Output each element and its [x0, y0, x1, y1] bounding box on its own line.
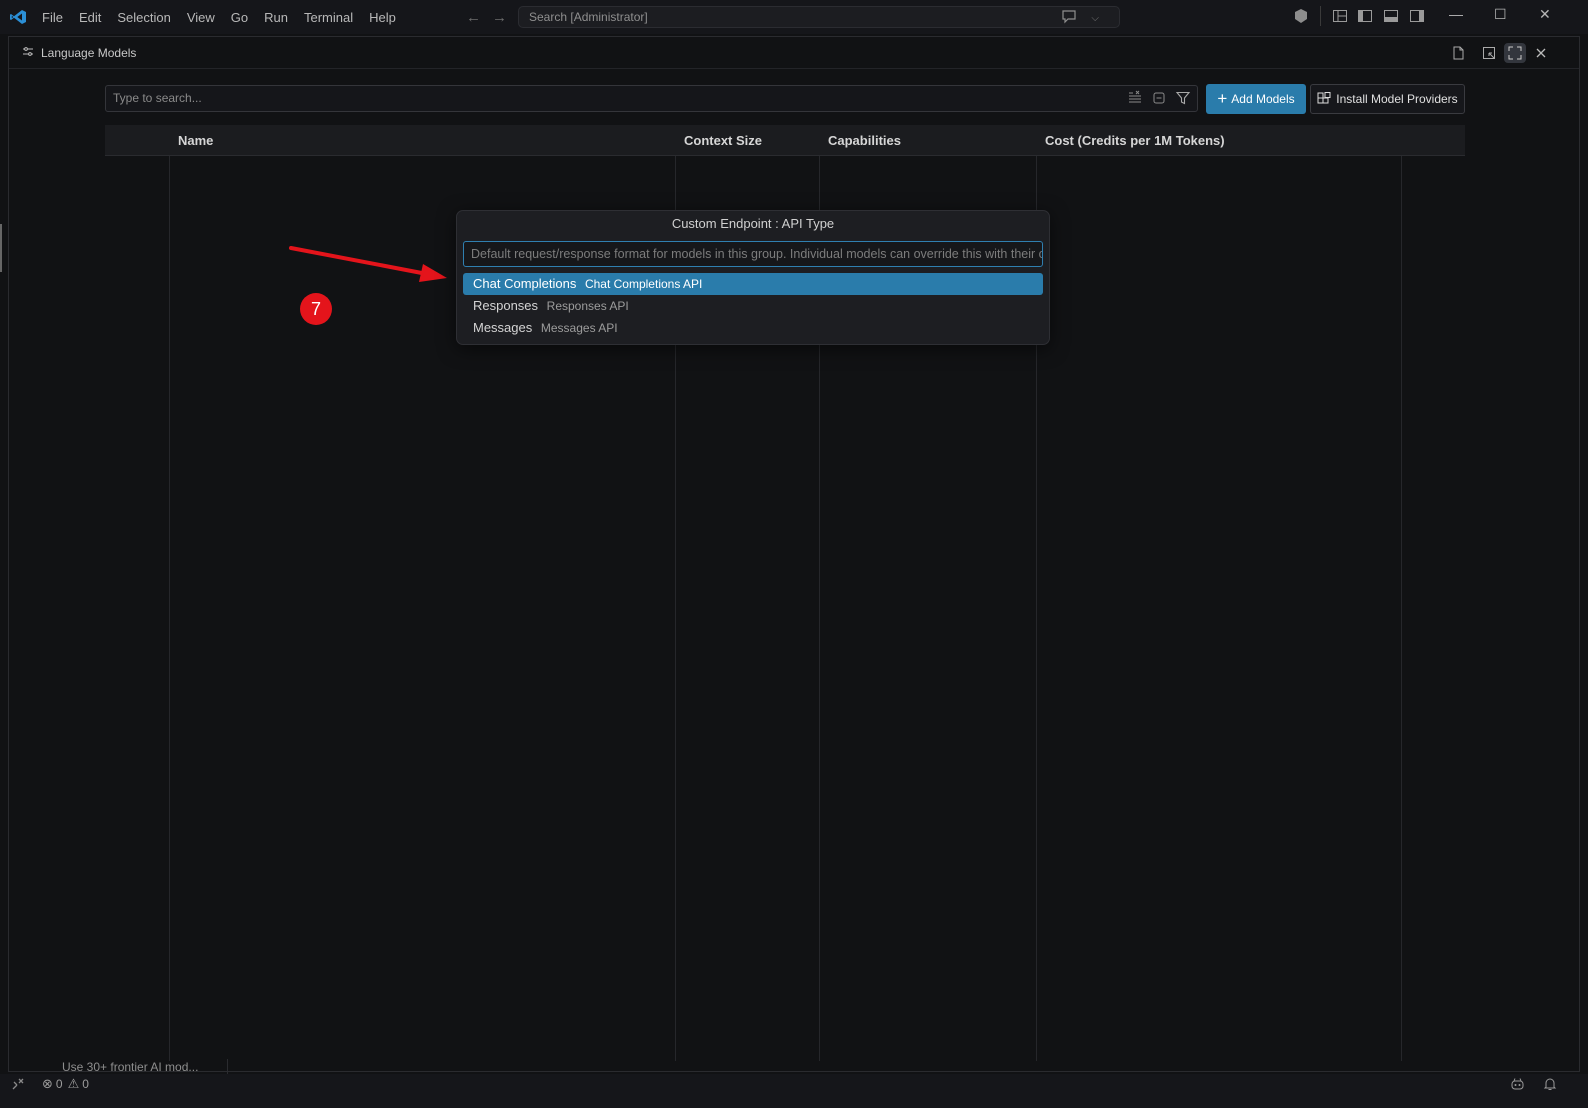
layout-customize-icon[interactable] — [1332, 8, 1348, 24]
plus-icon: + — [1217, 89, 1228, 108]
menu-terminal[interactable]: Terminal — [304, 10, 353, 25]
back-arrow-icon[interactable]: ← — [466, 9, 481, 26]
restore-editor-icon[interactable] — [1478, 43, 1500, 63]
quick-pick-item-chat-completions[interactable]: Chat Completions Chat Completions API — [463, 273, 1043, 295]
quick-pick-item-label: Messages — [473, 320, 533, 335]
menu-run[interactable]: Run — [264, 10, 288, 25]
bell-icon[interactable] — [1543, 1077, 1557, 1091]
command-center[interactable]: Search [Administrator] ⌵ — [518, 6, 1120, 28]
remote-icon[interactable] — [11, 1077, 25, 1091]
background-chat-text: Use 30+ frontier AI mod... — [62, 1060, 199, 1074]
maximize-editor-icon[interactable] — [1504, 43, 1526, 63]
column-divider — [1401, 156, 1402, 1061]
menu-bar: File Edit Selection View Go Run Terminal… — [42, 0, 412, 34]
toggle-primary-sidebar-icon[interactable] — [1357, 8, 1373, 24]
quick-pick-input[interactable]: Default request/response format for mode… — [463, 241, 1043, 267]
clear-filter-icon[interactable] — [1127, 90, 1143, 106]
menu-view[interactable]: View — [187, 10, 215, 25]
column-header-name[interactable]: Name — [178, 133, 213, 148]
copilot-status-icon[interactable] — [1510, 1077, 1525, 1091]
toggle-secondary-sidebar-icon[interactable] — [1409, 8, 1425, 24]
quick-pick-item-label: Responses — [473, 298, 539, 313]
problems-status[interactable]: ⊗ 0 ⚠ 0 — [42, 1076, 89, 1092]
search-input[interactable]: Type to search... — [105, 85, 1198, 112]
error-icon: ⊗ — [42, 1076, 53, 1091]
title-bar: File Edit Selection View Go Run Terminal… — [0, 0, 1588, 34]
quick-pick-item-description: Chat Completions API — [584, 277, 703, 291]
editor-header: Language Models — [9, 37, 1579, 69]
command-center-text: Search [Administrator] — [529, 10, 648, 24]
open-file-icon[interactable] — [1447, 43, 1469, 63]
quick-pick-api-type: Custom Endpoint : API Type Default reque… — [456, 210, 1050, 345]
search-placeholder: Type to search... — [113, 91, 202, 105]
install-model-providers-label: Install Model Providers — [1336, 92, 1458, 106]
status-bar: ⊗ 0 ⚠ 0 — [0, 1074, 1588, 1108]
filter-icon[interactable] — [1175, 90, 1191, 106]
menu-help[interactable]: Help — [369, 10, 396, 25]
menu-file[interactable]: File — [42, 10, 63, 25]
quick-pick-item-responses[interactable]: Responses Responses API — [463, 295, 1043, 317]
background-chat-panel: Use 30+ frontier AI mod... — [46, 1059, 228, 1075]
copilot-icon[interactable] — [1293, 8, 1309, 24]
quick-pick-item-description: Messages API — [540, 321, 618, 335]
quick-pick-input-placeholder: Default request/response format for mode… — [471, 247, 1043, 261]
separator — [1320, 6, 1321, 26]
add-models-button[interactable]: + Add Models — [1206, 84, 1306, 114]
search-actions — [1127, 90, 1191, 106]
menu-edit[interactable]: Edit — [79, 10, 101, 25]
quick-pick-item-messages[interactable]: Messages Messages API — [463, 317, 1043, 339]
extensions-icon — [1317, 92, 1331, 104]
quick-pick-item-label: Chat Completions — [473, 276, 577, 291]
vscode-logo-icon — [10, 10, 26, 24]
warning-icon: ⚠ — [67, 1076, 80, 1091]
menu-go[interactable]: Go — [231, 10, 248, 25]
column-divider — [169, 156, 170, 1061]
models-table-header: Name Context Size Capabilities Cost (Cre… — [105, 125, 1465, 156]
forward-arrow-icon[interactable]: → — [492, 9, 507, 26]
maximize-icon[interactable]: ☐ — [1494, 6, 1507, 23]
step-marker: 7 — [300, 293, 332, 325]
install-model-providers-button[interactable]: Install Model Providers — [1310, 84, 1465, 114]
annotation-arrow — [289, 246, 447, 282]
warning-count: 0 — [82, 1077, 89, 1091]
add-models-label: Add Models — [1231, 92, 1295, 106]
toggle-panel-icon[interactable] — [1383, 8, 1399, 24]
menu-selection[interactable]: Selection — [117, 10, 170, 25]
column-header-capabilities[interactable]: Capabilities — [828, 133, 901, 148]
quick-pick-title: Custom Endpoint : API Type — [671, 216, 835, 231]
column-header-cost[interactable]: Cost (Credits per 1M Tokens) — [1045, 133, 1225, 148]
editor-title: Language Models — [41, 46, 137, 60]
chat-icon[interactable] — [1061, 10, 1077, 24]
collapse-icon[interactable] — [1151, 90, 1167, 106]
close-editor-icon[interactable] — [1530, 43, 1552, 63]
editor-pane: Language Models Type to search... + Add … — [8, 36, 1580, 1072]
quick-pick-item-description: Responses API — [546, 299, 629, 313]
settings-sliders-icon — [23, 47, 33, 56]
close-window-icon[interactable]: ✕ — [1539, 6, 1551, 23]
chevron-down-icon[interactable]: ⌵ — [1091, 9, 1099, 29]
sash-handle[interactable] — [0, 224, 2, 272]
column-header-context-size[interactable]: Context Size — [684, 133, 762, 148]
minimize-icon[interactable]: — — [1449, 6, 1463, 22]
error-count: 0 — [55, 1077, 63, 1091]
